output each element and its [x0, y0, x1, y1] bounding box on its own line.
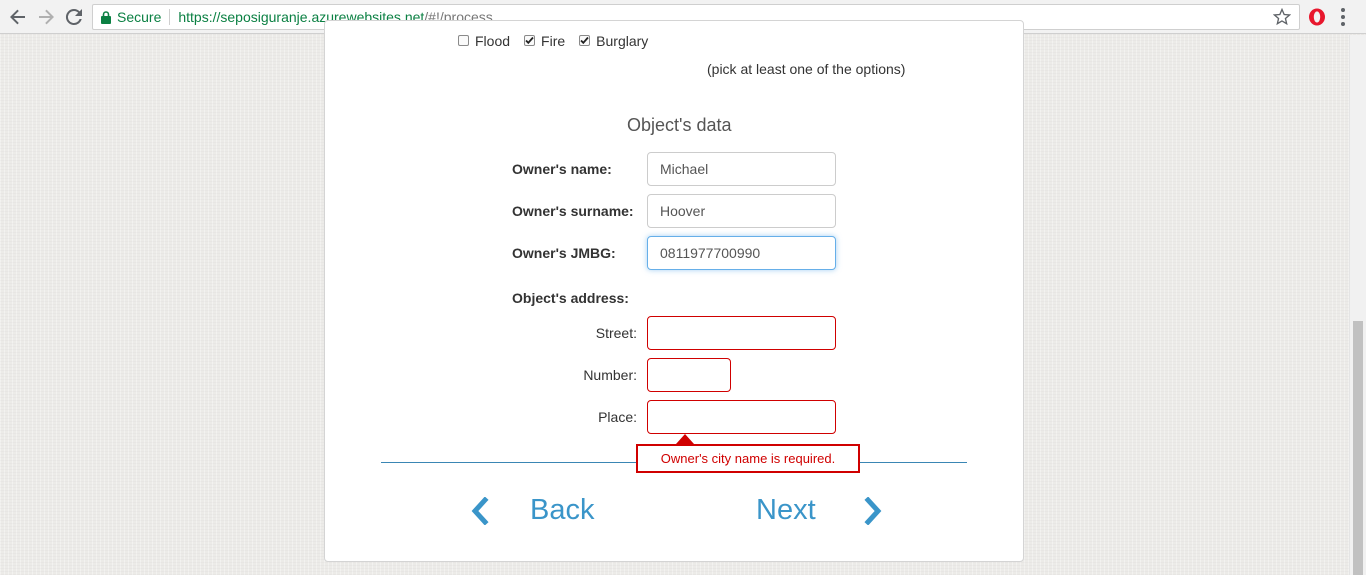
secure-label: Secure	[117, 9, 162, 25]
place-error-tooltip: Owner's city name is required.	[636, 444, 860, 473]
insurance-hint: (pick at least one of the options)	[707, 61, 906, 77]
lock-icon	[101, 10, 111, 24]
checkbox-flood-box[interactable]	[458, 34, 469, 46]
checkbox-burglary-box[interactable]	[579, 34, 591, 46]
owner-name-label: Owner's name:	[512, 161, 612, 177]
checkbox-fire-label: Fire	[541, 33, 566, 49]
next-button[interactable]: Next	[756, 494, 816, 527]
object-address-heading: Object's address:	[512, 290, 629, 306]
form-card	[324, 20, 1024, 562]
checkbox-fire-box[interactable]	[524, 34, 536, 46]
street-label: Street:	[595, 325, 637, 341]
owner-surname-label: Owner's surname:	[512, 203, 634, 219]
checkbox-fire[interactable]: Fire	[524, 33, 565, 49]
opera-extension-icon[interactable]	[1306, 5, 1328, 29]
owner-jmbg-input[interactable]	[647, 236, 836, 270]
number-input[interactable]	[647, 358, 731, 392]
checkbox-flood[interactable]: Flood	[458, 33, 510, 49]
back-arrow-icon[interactable]	[6, 5, 30, 29]
checkbox-burglary-label: Burglary	[596, 33, 649, 49]
checkbox-burglary[interactable]: Burglary	[579, 33, 648, 49]
back-button[interactable]: Back	[530, 494, 594, 527]
omnibox-separator	[169, 9, 171, 25]
bookmark-star-icon[interactable]	[1272, 7, 1292, 29]
browser-menu-icon[interactable]	[1340, 8, 1346, 26]
reload-icon[interactable]	[62, 5, 86, 29]
checkmark-icon	[525, 36, 534, 44]
place-label: Place:	[598, 409, 637, 425]
section-title: Object's data	[627, 115, 732, 135]
owner-name-input[interactable]	[647, 152, 836, 186]
scrollbar-thumb[interactable]	[1353, 321, 1363, 575]
owner-jmbg-label: Owner's JMBG:	[512, 245, 616, 261]
chevron-left-icon[interactable]	[469, 497, 491, 525]
forward-arrow-icon[interactable]	[34, 5, 58, 29]
error-tooltip-arrow	[676, 434, 694, 444]
checkmark-icon	[580, 36, 589, 44]
page-scrollbar[interactable]	[1349, 35, 1366, 575]
checkbox-flood-label: Flood	[475, 33, 511, 49]
number-label: Number:	[583, 367, 637, 383]
owner-surname-input[interactable]	[647, 194, 836, 228]
place-input[interactable]	[647, 400, 836, 434]
chevron-right-icon[interactable]	[862, 497, 884, 525]
insurance-type-checkboxes: Flood Fire Burglary	[458, 32, 662, 50]
street-input[interactable]	[647, 316, 836, 350]
